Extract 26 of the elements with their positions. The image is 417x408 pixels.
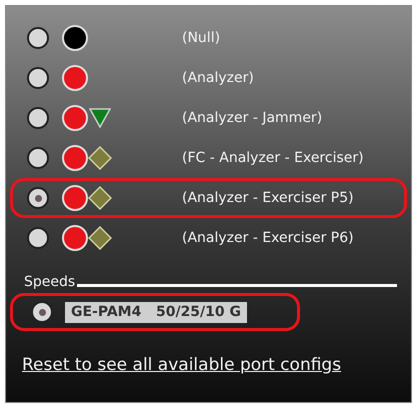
triangle-icon xyxy=(88,106,112,130)
config-label: (Analyzer - Exerciser P6) xyxy=(182,228,355,248)
config-row[interactable]: (Analyzer - Exerciser P6) xyxy=(10,218,407,258)
config-label: (Analyzer - Exerciser P5) xyxy=(182,188,355,208)
config-row[interactable]: (Analyzer - Jammer) xyxy=(10,98,407,138)
config-row[interactable]: (Null) xyxy=(10,18,407,58)
radio-button[interactable] xyxy=(27,107,49,129)
radio-button[interactable] xyxy=(27,227,49,249)
radio-button[interactable] xyxy=(27,67,49,89)
config-label: (FC - Analyzer - Exerciser) xyxy=(182,148,365,168)
diamond-icon xyxy=(88,226,112,250)
speed-row[interactable]: GE-PAM4 50/25/10 G xyxy=(10,293,300,331)
radio-button[interactable] xyxy=(27,147,49,169)
section-title: Speeds xyxy=(24,273,76,292)
config-label: (Analyzer - Jammer) xyxy=(182,108,324,128)
config-row[interactable]: (FC - Analyzer - Exerciser) xyxy=(10,138,407,178)
radio-button[interactable] xyxy=(27,187,49,209)
config-label: (Analyzer) xyxy=(182,68,255,88)
config-row[interactable]: (Analyzer - Exerciser P5) xyxy=(10,178,407,218)
radio-button[interactable] xyxy=(27,27,49,49)
config-row[interactable]: (Analyzer) xyxy=(10,58,407,98)
config-label: (Null) xyxy=(182,28,222,48)
diamond-icon xyxy=(88,186,112,210)
speed-label: GE-PAM4 50/25/10 G xyxy=(65,302,248,322)
reset-link[interactable]: Reset to see all available port configs xyxy=(22,353,342,378)
diamond-icon xyxy=(88,146,112,170)
